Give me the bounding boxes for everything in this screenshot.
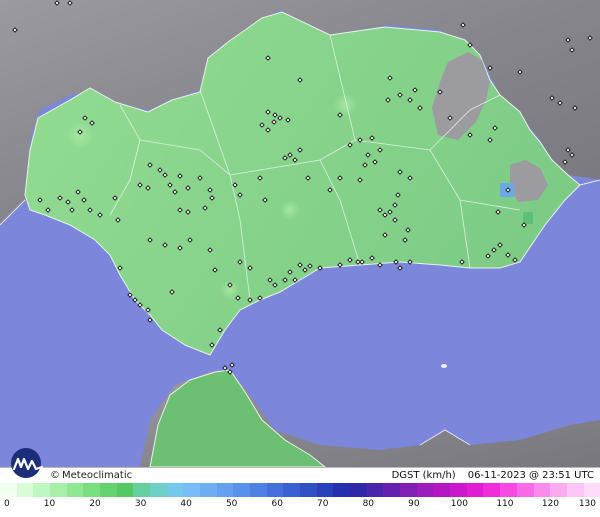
- legend-tick-label: 30: [134, 499, 147, 509]
- gust-area: [66, 121, 94, 149]
- legend-color-swatch: [383, 483, 401, 497]
- legend-color-swatch: [400, 483, 417, 497]
- gust-area: [280, 200, 300, 220]
- legend-tick-label: 60: [271, 499, 283, 509]
- legend-color-swatch: [366, 483, 384, 497]
- legend-color-swatch: [216, 483, 234, 497]
- legend-color-swatch: [466, 483, 484, 497]
- legend-tick-label: 40: [180, 499, 192, 509]
- legend-tick-label: 20: [89, 499, 101, 509]
- legend-color-swatch: [0, 483, 17, 497]
- wind-gust-map: [0, 0, 600, 467]
- brand-label: © Meteoclimatic: [50, 469, 132, 482]
- datetime-label: 06-11-2023 @ 23:51 UTC: [467, 470, 594, 481]
- meteoclimatic-logo-icon: [11, 448, 44, 478]
- legend-color-swatch: [83, 483, 101, 497]
- legend-color-swatch: [333, 483, 351, 497]
- legend-color-swatch: [100, 483, 117, 497]
- legend-tick-label: 130: [578, 499, 596, 509]
- legend-tick-label: 80: [362, 499, 375, 509]
- legend-color-swatch: [566, 483, 584, 497]
- legend-color-swatch: [450, 483, 467, 497]
- legend-color-swatch: [350, 483, 367, 497]
- legend-color-swatch: [150, 483, 167, 497]
- legend-color-swatch: [483, 483, 501, 497]
- legend-color-swatch: [166, 483, 184, 497]
- map-root: © Meteoclimatic DGST (km/h) 06-11-2023 @ 2…: [0, 0, 600, 517]
- legend-color-swatch: [300, 483, 317, 497]
- legend-color-swatch: [500, 483, 517, 497]
- legend-color-swatch: [183, 483, 201, 497]
- legend-color-swatch: [200, 483, 217, 497]
- legend-tick-label: 90: [408, 499, 420, 509]
- legend-color-swatch: [316, 483, 334, 497]
- legend-color-swatch: [416, 483, 434, 497]
- legend-color-swatch: [33, 483, 51, 497]
- legend-color-swatch: [533, 483, 551, 497]
- gust-area: [523, 212, 533, 224]
- legend-color-swatch: [266, 483, 284, 497]
- legend-tick-label: 100: [450, 499, 468, 509]
- legend-color-swatch: [50, 483, 67, 497]
- legend-color-swatch: [66, 483, 84, 497]
- legend-tick-label: 70: [317, 499, 329, 509]
- legend-tick-labels: 0 10 20 30 40 50 60 70 80 90 100 110 120 130: [0, 498, 600, 514]
- legend-tick-label: 110: [496, 499, 514, 509]
- legend-color-swatch: [116, 483, 134, 497]
- legend-color-swatch: [133, 483, 151, 497]
- brand-name: Meteoclimatic: [62, 470, 133, 481]
- legend-color-swatch: [433, 483, 451, 497]
- legend-color-swatch: [583, 483, 600, 497]
- legend-tick-label: 50: [225, 499, 238, 509]
- island: [441, 364, 447, 368]
- legend-color-swatch: [250, 483, 267, 497]
- legend-color-swatch: [16, 483, 34, 497]
- timestamp-label: DGST (km/h) 06-11-2023 @ 23:51 UTC: [392, 469, 594, 482]
- legend-color-swatch: [283, 483, 301, 497]
- legend-color-swatch: [516, 483, 534, 497]
- legend-tick-label: 120: [541, 499, 560, 509]
- color-legend: 0 10 20 30 40 50 60 70 80 90 100 110 120 130: [0, 483, 600, 517]
- info-bar: © Meteoclimatic DGST (km/h) 06-11-2023 @ 2…: [0, 467, 600, 483]
- legend-color-bar: [0, 483, 600, 497]
- variable-label: DGST (km/h): [391, 470, 456, 481]
- legend-tick-label: 0: [4, 499, 10, 509]
- legend-color-swatch: [233, 483, 251, 497]
- legend-color-swatch: [550, 483, 567, 497]
- legend-tick-label: 10: [43, 499, 56, 509]
